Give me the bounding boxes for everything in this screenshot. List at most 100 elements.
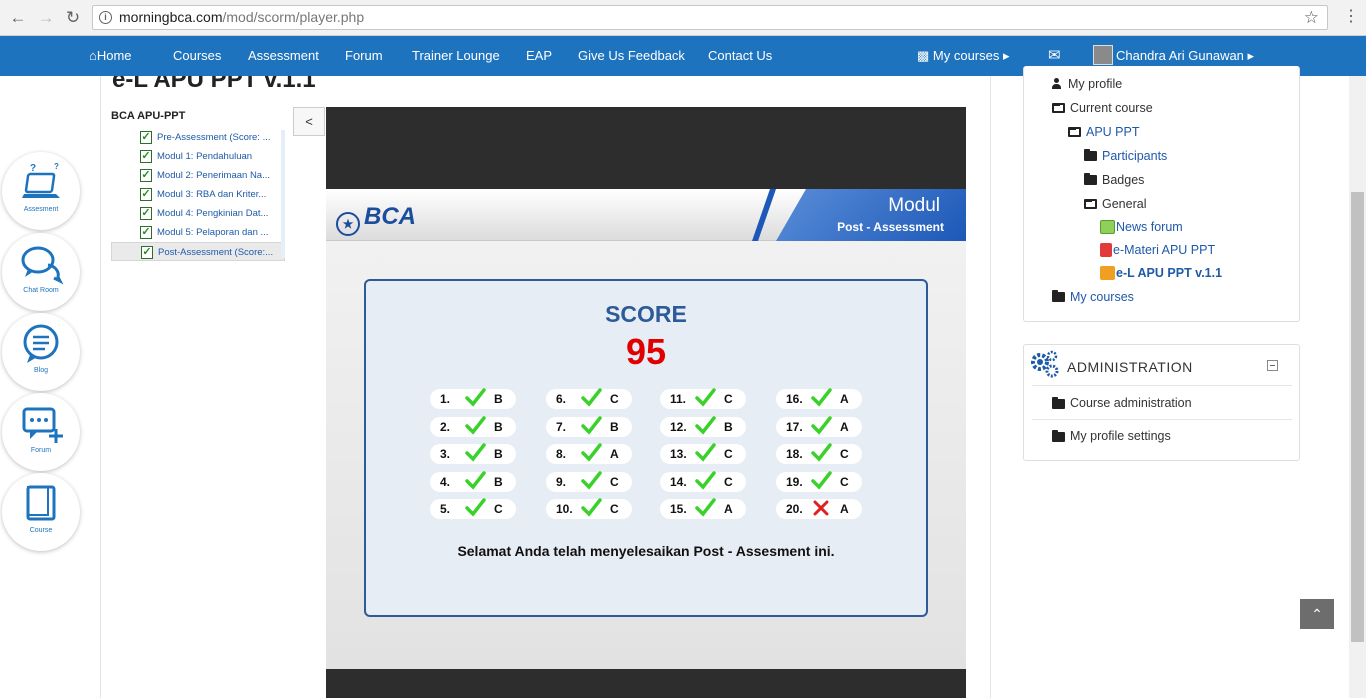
- fab-assesment[interactable]: ? ? Assesment: [2, 152, 80, 230]
- answer-letter: C: [724, 475, 733, 489]
- toc-scrollbar[interactable]: [281, 130, 285, 258]
- browser-menu-icon[interactable]: ⋮: [1343, 8, 1359, 26]
- envelope-icon[interactable]: ✉: [1048, 46, 1061, 64]
- forward-icon[interactable]: →: [36, 8, 56, 28]
- address-bar[interactable]: i morningbca.com/mod/scorm/player.php ☆: [92, 5, 1328, 30]
- answer-item: 5. C: [430, 498, 516, 519]
- fab-label: Forum: [30, 447, 52, 454]
- toc-item-active[interactable]: ✓ Post-Assessment (Score:...: [111, 242, 285, 261]
- nav-badges[interactable]: Badges: [1084, 173, 1144, 187]
- fab-forum[interactable]: Forum: [2, 393, 80, 471]
- completed-check-icon: ✓: [140, 131, 152, 144]
- answer-item: 14. C: [660, 471, 746, 492]
- folder-icon: [1084, 149, 1097, 161]
- profile-settings-link[interactable]: My profile settings: [1032, 429, 1292, 443]
- folder-open-icon: [1052, 103, 1065, 113]
- nav-forum[interactable]: Forum: [345, 48, 383, 63]
- svg-text:?: ?: [54, 162, 59, 171]
- toc-item[interactable]: ✓ Pre-Assessment (Score: ...: [111, 128, 285, 147]
- answer-letter: A: [840, 502, 849, 516]
- answer-letter: B: [494, 447, 503, 461]
- book-icon: [26, 485, 56, 521]
- forum-icon: [1100, 220, 1115, 234]
- answer-item: 13. C: [660, 443, 746, 464]
- nav-courses[interactable]: Courses: [173, 48, 221, 63]
- check-icon: [465, 443, 486, 462]
- check-icon: [465, 416, 486, 435]
- back-icon[interactable]: ←: [8, 8, 28, 28]
- page-scrollbar[interactable]: [1349, 76, 1366, 698]
- caret-right-icon: ▸: [1003, 48, 1010, 63]
- answer-letter: C: [840, 447, 849, 461]
- toc-item[interactable]: ✓ Modul 4: Pengkinian Dat...: [111, 204, 285, 223]
- nav-my-courses-tree[interactable]: My courses: [1052, 290, 1134, 304]
- nav-eap[interactable]: EAP: [526, 48, 552, 63]
- course-administration-link[interactable]: Course administration: [1032, 396, 1292, 410]
- answer-letter: C: [610, 502, 619, 516]
- score-value: 95: [625, 331, 667, 372]
- answer-item: 7. B: [546, 416, 632, 437]
- answer-number: 15.: [670, 502, 687, 516]
- nav-participants[interactable]: Participants: [1084, 149, 1167, 163]
- check-icon: [695, 443, 716, 462]
- bca-mark-icon: ★: [336, 212, 360, 236]
- nav-el-apu[interactable]: e-L APU PPT v.1.1: [1100, 266, 1222, 280]
- speech-lines-icon: [23, 324, 59, 363]
- toc-item[interactable]: ✓ Modul 2: Penerimaan Na...: [111, 166, 285, 185]
- nav-emateri[interactable]: e-Materi APU PPT: [1100, 243, 1215, 257]
- user-menu[interactable]: Chandra Ari Gunawan ▸: [1093, 45, 1254, 65]
- check-icon: [465, 498, 486, 517]
- back-to-top-button[interactable]: ⌃: [1300, 599, 1334, 629]
- nav-feedback[interactable]: Give Us Feedback: [578, 48, 685, 63]
- nav-general[interactable]: General: [1084, 197, 1146, 211]
- nav-home[interactable]: ⌂Home: [89, 48, 132, 63]
- folder-open-icon: [1084, 199, 1097, 209]
- toc-item[interactable]: ✓ Modul 3: RBA dan Kriter...: [111, 185, 285, 204]
- answer-number: 13.: [670, 447, 687, 461]
- answer-letter: A: [610, 447, 619, 461]
- bca-logo: ★ BCA: [336, 203, 416, 236]
- nav-trainer-lounge[interactable]: Trainer Lounge: [412, 48, 500, 63]
- bookmark-star-icon[interactable]: ☆: [1304, 6, 1319, 29]
- answer-number: 7.: [556, 420, 567, 434]
- divider: [100, 76, 101, 698]
- nav-current-course[interactable]: Current course: [1052, 101, 1153, 115]
- toc-item[interactable]: ✓ Modul 5: Pelaporan dan ...: [111, 223, 285, 242]
- answer-number: 12.: [670, 420, 687, 434]
- nav-my-profile[interactable]: My profile: [1052, 77, 1122, 91]
- divider: [990, 76, 991, 698]
- answer-number: 14.: [670, 475, 687, 489]
- fab-label: Course: [29, 527, 53, 534]
- score-panel: SCORE 95 1. B 2. B 3. B 4. B 5. C 6. C 7. B 8. A 9. C 10. C…: [364, 279, 928, 617]
- answer-letter: C: [724, 447, 733, 461]
- scrollbar-thumb[interactable]: [1351, 192, 1364, 642]
- fab-blog[interactable]: Blog: [2, 313, 80, 391]
- fab-label: Blog: [33, 367, 48, 374]
- fab-course[interactable]: Course: [2, 473, 80, 551]
- answer-letter: A: [724, 502, 733, 516]
- reload-icon[interactable]: ↻: [63, 8, 83, 28]
- nav-course-apu-ppt[interactable]: APU PPT: [1068, 125, 1140, 139]
- briefcase-icon: ▩: [917, 48, 933, 63]
- nav-news-forum[interactable]: News forum: [1100, 220, 1183, 234]
- answer-letter: C: [610, 475, 619, 489]
- completed-check-icon: ✓: [141, 246, 153, 259]
- info-icon[interactable]: i: [99, 11, 112, 24]
- nav-my-courses[interactable]: ▩ My courses ▸: [917, 48, 1010, 64]
- collapse-block-icon[interactable]: [1267, 360, 1278, 371]
- nav-assessment[interactable]: Assessment: [248, 48, 319, 63]
- answer-number: 19.: [786, 475, 803, 489]
- fab-chat-room[interactable]: Chat Room: [2, 233, 80, 311]
- check-icon: [695, 416, 716, 435]
- answer-number: 2.: [440, 420, 451, 434]
- answer-letter: B: [494, 475, 503, 489]
- toc-toggle-button[interactable]: <: [293, 107, 325, 136]
- avatar: [1093, 45, 1113, 65]
- check-icon: [581, 416, 602, 435]
- slide-header: ★ BCA Modul Post - Assessment: [326, 189, 966, 241]
- cross-icon: [813, 500, 829, 516]
- toc-item[interactable]: ✓ Modul 1: Pendahuluan: [111, 147, 285, 166]
- answer-letter: C: [610, 392, 619, 406]
- nav-contact[interactable]: Contact Us: [708, 48, 772, 63]
- answer-item: 19. C: [776, 471, 862, 492]
